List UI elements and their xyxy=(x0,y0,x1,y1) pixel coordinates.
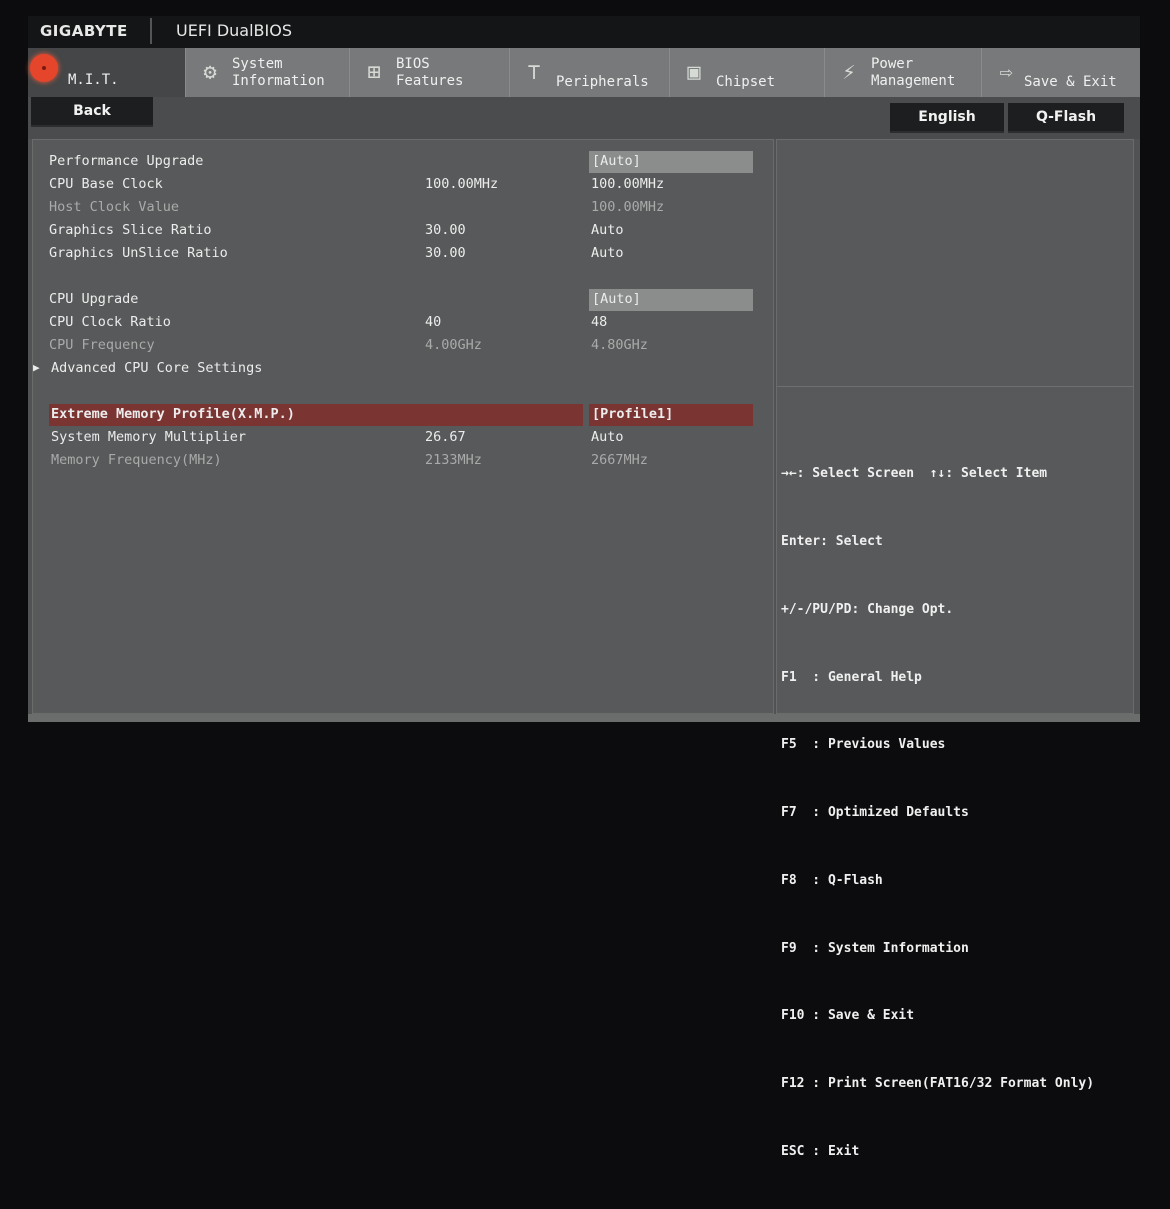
bios-screen: GIGABYTE UEFI DualBIOS M.I.T. ⚙ System I… xyxy=(28,16,1140,1159)
setting-label: Host Clock Value xyxy=(49,199,180,215)
setting-value: 4.80GHz xyxy=(591,337,648,353)
help-line: F9 : System Information xyxy=(781,940,969,956)
language-button[interactable]: English xyxy=(890,103,1004,131)
current-value: 100.00MHz xyxy=(425,176,499,192)
help-panel: →←: Select Screen ↑↓: Select Item Enter:… xyxy=(776,139,1134,1159)
help-line: ESC : Exit xyxy=(781,1144,860,1159)
settings-panel: Performance Upgrade [Auto] CPU Base Cloc… xyxy=(32,139,774,714)
current-value: 30.00 xyxy=(425,245,466,261)
help-line: F1 : General Help xyxy=(781,669,922,685)
setting-cpu-upgrade[interactable]: CPU Upgrade [Auto] xyxy=(33,289,775,311)
setting-label: Advanced CPU Core Settings xyxy=(51,360,263,376)
tab-chipset[interactable]: ▣ Chipset xyxy=(670,48,825,97)
current-value: 40 xyxy=(425,314,442,330)
tab-power-management[interactable]: ⚡ Power Management xyxy=(825,48,982,97)
divider xyxy=(150,18,152,44)
current-value: 4.00GHz xyxy=(425,337,482,353)
peripherals-icon: ⊤ xyxy=(527,59,541,85)
setting-cpu-clock-ratio[interactable]: CPU Clock Ratio 40 48 xyxy=(33,312,775,334)
setting-value: [Profile1] xyxy=(592,406,674,422)
key-help-list: →←: Select Screen ↑↓: Select Item Enter:… xyxy=(781,418,1094,1209)
setting-value: [Auto] xyxy=(592,153,641,169)
setting-system-memory-multiplier[interactable]: System Memory Multiplier 26.67 Auto xyxy=(33,427,775,449)
item-description-area xyxy=(777,140,1133,387)
gear-icon: ⚙ xyxy=(203,59,217,85)
tab-label: BIOS Features xyxy=(396,56,464,89)
tab-peripherals[interactable]: ⊤ Peripherals xyxy=(510,48,670,97)
power-bolt-icon: ⚡ xyxy=(842,59,856,85)
help-line: F8 : Q-Flash xyxy=(781,872,883,888)
current-value: 30.00 xyxy=(425,222,466,238)
setting-value[interactable]: 100.00MHz xyxy=(591,176,664,192)
tab-label: Peripherals xyxy=(556,74,649,90)
mit-dial-icon xyxy=(30,54,58,82)
setting-label: Extreme Memory Profile(X.M.P.) xyxy=(51,406,295,422)
tab-save-exit[interactable]: ⇨ Save & Exit xyxy=(982,48,1140,97)
tab-bar: M.I.T. ⚙ System Information ⊞ BIOS Featu… xyxy=(28,48,1140,97)
current-value: 26.67 xyxy=(425,429,466,445)
submenu-arrow-icon: ▶ xyxy=(33,361,40,374)
brand-logo: GIGABYTE xyxy=(40,22,128,40)
help-line: +/-/PU/PD: Change Opt. xyxy=(781,601,954,617)
setting-label: CPU Base Clock xyxy=(49,176,163,192)
setting-label: Performance Upgrade xyxy=(49,153,204,169)
setting-memory-frequency: Memory Frequency(MHz) 2133MHz 2667MHz xyxy=(33,450,775,472)
bios-features-icon: ⊞ xyxy=(367,59,381,85)
help-line: →←: Select Screen ↑↓: Select Item xyxy=(781,466,1048,482)
setting-dropdown[interactable]: [Auto] xyxy=(589,151,753,173)
title-bar: GIGABYTE UEFI DualBIOS xyxy=(28,16,1140,48)
setting-label: System Memory Multiplier xyxy=(51,429,247,445)
sub-toolbar: Back English Q-Flash xyxy=(28,97,1140,139)
current-value: 2133MHz xyxy=(425,452,482,468)
setting-value[interactable]: Auto xyxy=(591,429,624,445)
setting-label: CPU Clock Ratio xyxy=(49,314,171,330)
setting-graphics-slice-ratio[interactable]: Graphics Slice Ratio 30.00 Auto xyxy=(33,220,775,242)
setting-value: [Auto] xyxy=(592,291,641,307)
bios-title: UEFI DualBIOS xyxy=(176,21,292,40)
tab-label: Chipset xyxy=(716,74,776,90)
setting-cpu-base-clock[interactable]: CPU Base Clock 100.00MHz 100.00MHz xyxy=(33,174,775,196)
setting-value[interactable]: 48 xyxy=(591,314,607,330)
help-line: F12 : Print Screen(FAT16/32 Format Only) xyxy=(781,1076,1095,1092)
setting-value[interactable]: Auto xyxy=(591,245,624,261)
submenu-advanced-cpu-core-settings[interactable]: ▶ Advanced CPU Core Settings xyxy=(33,358,775,380)
help-line: F10 : Save & Exit xyxy=(781,1008,915,1024)
help-line: Enter: Select xyxy=(781,533,883,549)
tab-label: Save & Exit xyxy=(1024,74,1117,90)
setting-label: CPU Upgrade xyxy=(49,291,139,307)
setting-label: Graphics UnSlice Ratio xyxy=(49,245,228,261)
setting-graphics-unslice-ratio[interactable]: Graphics UnSlice Ratio 30.00 Auto xyxy=(33,243,775,265)
tab-label: Power Management xyxy=(871,56,956,89)
setting-host-clock-value: Host Clock Value 100.00MHz xyxy=(33,197,775,219)
tab-bios-features[interactable]: ⊞ BIOS Features xyxy=(350,48,510,97)
setting-cpu-frequency: CPU Frequency 4.00GHz 4.80GHz xyxy=(33,335,775,357)
exit-icon: ⇨ xyxy=(999,59,1013,85)
setting-label: CPU Frequency xyxy=(49,337,155,353)
setting-dropdown[interactable]: [Auto] xyxy=(589,289,753,311)
setting-label: Memory Frequency(MHz) xyxy=(51,452,222,468)
tab-mit[interactable]: M.I.T. xyxy=(28,48,186,97)
setting-performance-upgrade[interactable]: Performance Upgrade [Auto] xyxy=(33,151,775,173)
setting-xmp[interactable]: Extreme Memory Profile(X.M.P.) [Profile1… xyxy=(33,404,775,426)
qflash-button[interactable]: Q-Flash xyxy=(1008,103,1124,131)
bottom-bar xyxy=(28,714,1140,722)
tab-label: M.I.T. xyxy=(68,72,119,88)
tab-system-information[interactable]: ⚙ System Information xyxy=(186,48,350,97)
setting-value[interactable]: Auto xyxy=(591,222,624,238)
setting-value: 100.00MHz xyxy=(591,199,665,215)
back-button[interactable]: Back xyxy=(31,97,153,125)
setting-label: Graphics Slice Ratio xyxy=(49,222,212,238)
tab-label: System Information xyxy=(232,56,325,89)
setting-value: 2667MHz xyxy=(591,452,648,468)
help-line: F7 : Optimized Defaults xyxy=(781,805,969,821)
chip-icon: ▣ xyxy=(687,59,701,85)
setting-dropdown[interactable]: [Profile1] xyxy=(589,404,753,426)
